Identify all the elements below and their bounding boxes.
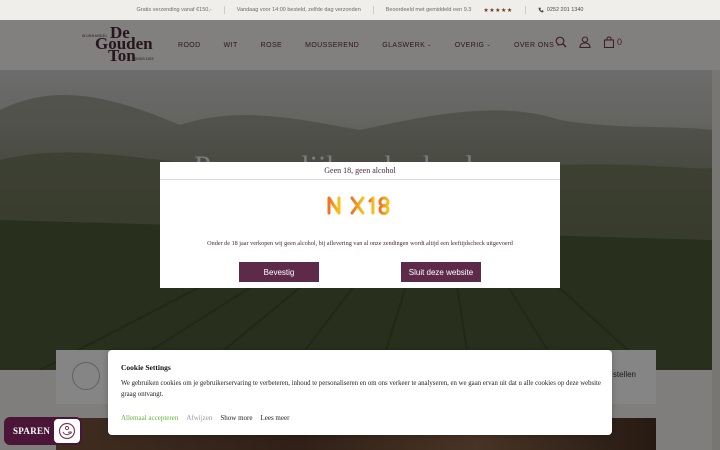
topbar-divider <box>372 6 374 14</box>
phone-icon <box>538 7 544 13</box>
close-website-button[interactable]: Sluit deze website <box>401 262 481 282</box>
savings-icon <box>54 419 80 443</box>
cookie-actions: Allemaal accepteren Afwijzen Show more L… <box>121 414 289 422</box>
topbar-divider <box>524 6 526 14</box>
cookie-banner: Cookie Settings We gebruiken cookies om … <box>108 350 612 435</box>
phone-number: 0252 201 1340 <box>546 7 584 13</box>
topbar-divider <box>223 6 225 14</box>
modal-divider <box>160 179 560 180</box>
cookie-title: Cookie Settings <box>121 363 171 372</box>
age-modal-title: Geen 18, geen alcohol <box>324 166 396 175</box>
read-more-link[interactable]: Lees meer <box>260 414 289 422</box>
accept-all-cookies-link[interactable]: Allemaal accepteren <box>121 414 178 422</box>
sparen-widget[interactable]: SPAREN <box>4 417 82 445</box>
phone-link[interactable]: 0252 201 1340 <box>538 7 584 13</box>
rating-stars-icon: ★★★★★ <box>483 7 513 14</box>
topbar-delivery-text: Vandaag voor 14:00 besteld, zelfde dag v… <box>236 7 361 13</box>
age-modal-text: Onder de 18 jaar verkopen wij geen alcoh… <box>207 240 513 247</box>
sparen-label: SPAREN <box>13 426 51 436</box>
confirm-age-button[interactable]: Bevestig <box>239 262 319 282</box>
topbar-rating-text: Beoordeeld met gemiddeld een 9.3 <box>385 7 472 13</box>
age-verification-modal: Geen 18, geen alcohol Onder de 18 jaar v… <box>160 162 560 288</box>
cookie-text: We gebruiken cookies om je gebruikerserv… <box>121 380 601 398</box>
top-info-bar: Gratis verzending vanaf €150,- Vandaag v… <box>0 0 720 20</box>
decline-cookies-link[interactable]: Afwijzen <box>186 414 212 422</box>
nix18-logo <box>327 196 390 215</box>
topbar-shipping-text: Gratis verzending vanaf €150,- <box>136 7 212 13</box>
show-more-link[interactable]: Show more <box>220 414 252 422</box>
